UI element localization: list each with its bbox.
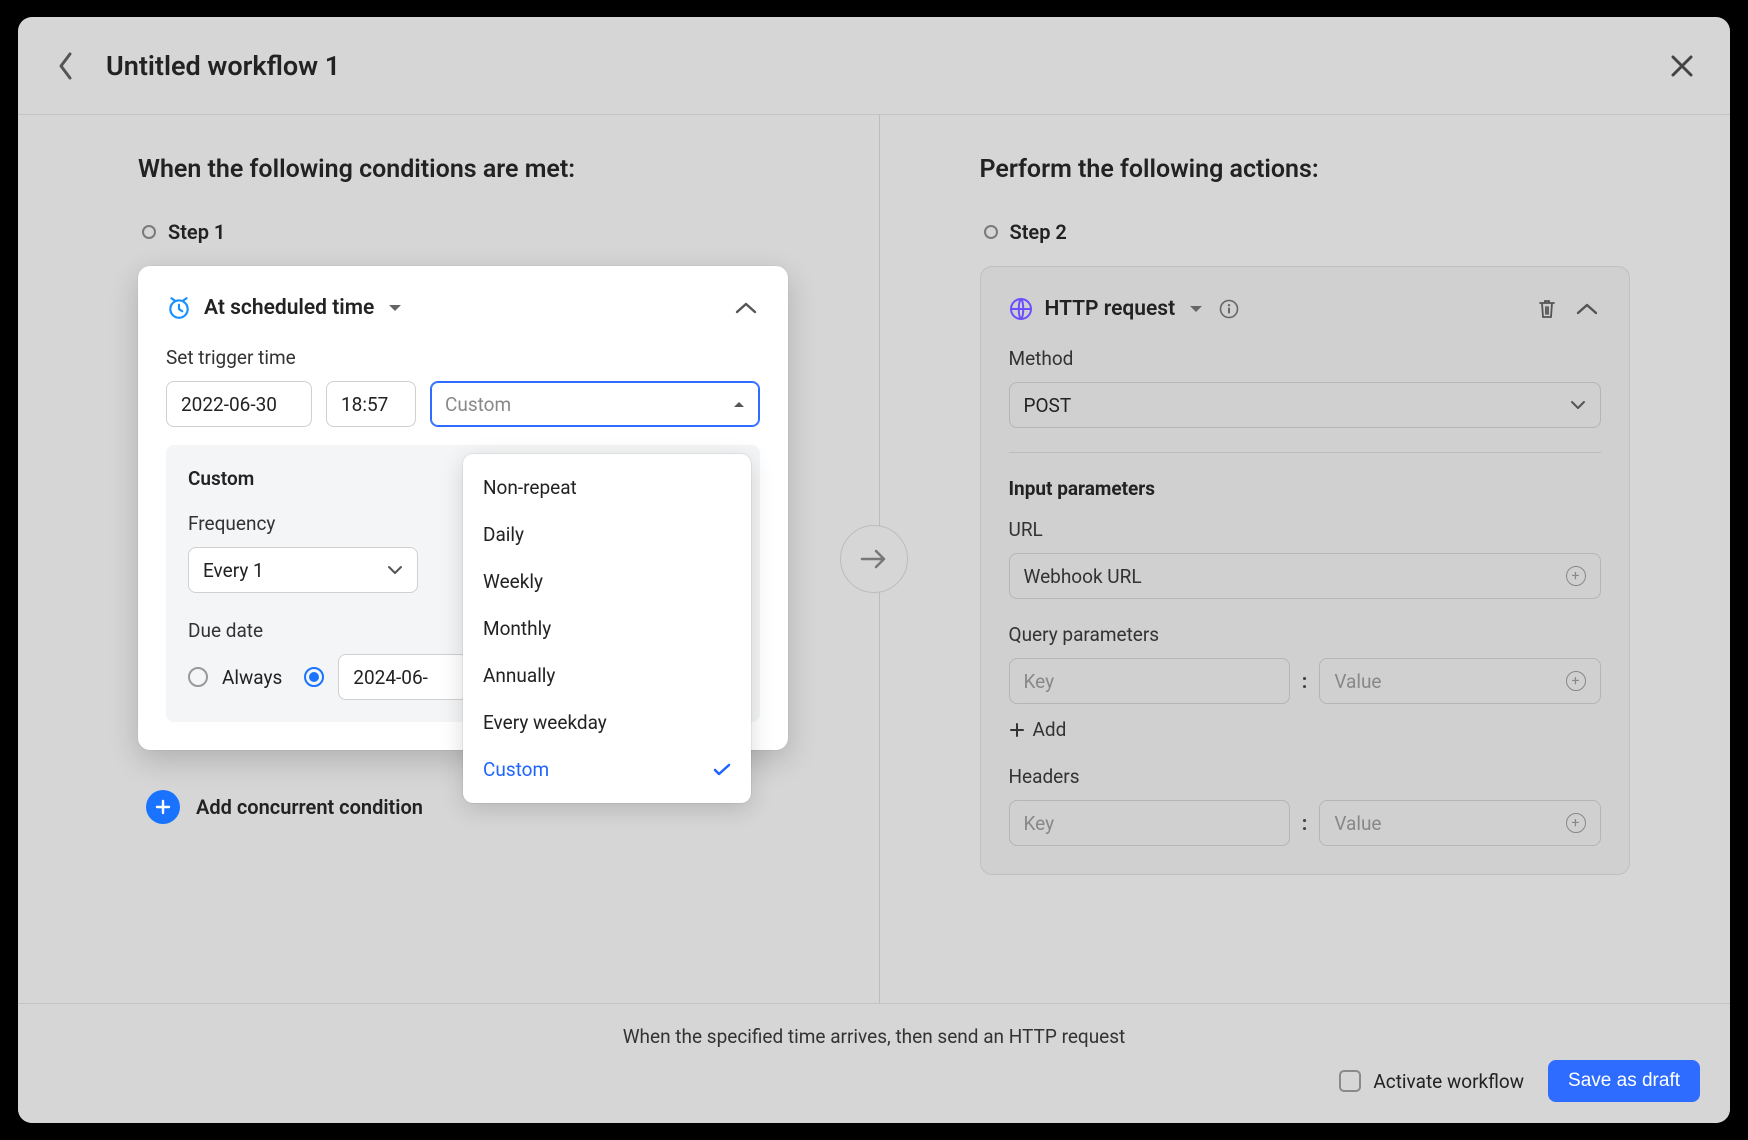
url-plus-icon[interactable]: + — [1566, 566, 1586, 586]
globe-icon — [1009, 297, 1033, 321]
delete-button[interactable] — [1533, 295, 1561, 323]
add-query-param[interactable]: Add — [1009, 718, 1601, 741]
flow-arrow — [840, 525, 908, 593]
due-date-input[interactable]: 2024-06- — [338, 654, 468, 700]
frequency-select[interactable]: Custom — [430, 381, 760, 427]
workflow-summary: When the specified time arrives, then se… — [48, 1025, 1700, 1048]
caret-down-icon[interactable] — [1189, 304, 1203, 314]
conditions-heading: When the following conditions are met: — [138, 155, 819, 184]
info-button[interactable] — [1215, 295, 1243, 323]
value-plus-icon[interactable]: + — [1566, 813, 1586, 833]
option-non-repeat[interactable]: Non-repeat — [463, 464, 751, 511]
method-select[interactable]: POST — [1009, 382, 1601, 428]
frequency-every-select[interactable]: Every 1 — [188, 547, 418, 593]
option-monthly[interactable]: Monthly — [463, 605, 751, 652]
arrow-right-icon — [858, 547, 890, 571]
headers-label: Headers — [1009, 765, 1601, 788]
activate-checkbox[interactable] — [1339, 1070, 1361, 1092]
chevron-left-icon — [57, 51, 75, 81]
collapse-button[interactable] — [1573, 295, 1601, 323]
due-date-always-radio[interactable] — [188, 667, 208, 687]
http-card-title: HTTP request — [1045, 297, 1176, 321]
activate-label: Activate workflow — [1373, 1070, 1524, 1093]
value-plus-icon[interactable]: + — [1566, 671, 1586, 691]
chevron-up-icon — [735, 301, 757, 315]
plus-icon — [1009, 722, 1025, 738]
chevron-down-icon — [387, 565, 403, 575]
frequency-dropdown: Non-repeat Daily Weekly Monthly Annually… — [463, 454, 751, 803]
due-date-always-label: Always — [222, 666, 282, 689]
kv-separator: : — [1302, 669, 1308, 693]
clock-icon — [166, 295, 192, 321]
divider — [1009, 452, 1601, 453]
http-action-card: HTTP request Method POST — [980, 266, 1630, 875]
header-value-input[interactable]: Value + — [1319, 800, 1600, 846]
step-2-label: Step 2 — [1010, 220, 1067, 244]
trash-icon — [1537, 298, 1557, 320]
query-key-input[interactable]: Key — [1009, 658, 1290, 704]
trigger-card: At scheduled time Set trigger time 2022-… — [138, 266, 788, 750]
trigger-date-input[interactable]: 2022-06-30 — [166, 381, 312, 427]
actions-heading: Perform the following actions: — [980, 155, 1661, 184]
option-annually[interactable]: Annually — [463, 652, 751, 699]
url-input[interactable]: Webhook URL + — [1009, 553, 1601, 599]
due-date-specific-radio[interactable] — [304, 667, 324, 687]
query-params-label: Query parameters — [1009, 623, 1601, 646]
close-button[interactable] — [1662, 46, 1702, 86]
method-label: Method — [1009, 347, 1601, 370]
close-icon — [1669, 53, 1695, 79]
chevron-down-icon — [1570, 400, 1586, 410]
caret-down-icon[interactable] — [388, 303, 402, 313]
option-every-weekday[interactable]: Every weekday — [463, 699, 751, 746]
caret-up-icon — [733, 400, 745, 408]
collapse-button[interactable] — [732, 294, 760, 322]
url-label: URL — [1009, 518, 1601, 541]
step-dot — [984, 225, 998, 239]
input-params-label: Input parameters — [1009, 477, 1601, 500]
back-button[interactable] — [46, 46, 86, 86]
set-trigger-label: Set trigger time — [166, 346, 760, 369]
chevron-up-icon — [1576, 302, 1598, 316]
option-weekly[interactable]: Weekly — [463, 558, 751, 605]
activate-workflow-toggle[interactable]: Activate workflow — [1339, 1070, 1524, 1093]
kv-separator: : — [1302, 811, 1308, 835]
plus-circle-icon — [146, 790, 180, 824]
trigger-card-title: At scheduled time — [204, 296, 374, 320]
save-draft-button[interactable]: Save as draft — [1548, 1060, 1700, 1102]
header-key-input[interactable]: Key — [1009, 800, 1290, 846]
step-1-label: Step 1 — [168, 220, 225, 244]
trigger-time-input[interactable]: 18:57 — [326, 381, 416, 427]
query-value-input[interactable]: Value + — [1319, 658, 1600, 704]
info-icon — [1219, 299, 1239, 319]
add-concurrent-label: Add concurrent condition — [196, 795, 423, 819]
option-custom[interactable]: Custom — [463, 746, 751, 793]
check-icon — [713, 763, 731, 777]
page-title: Untitled workflow 1 — [106, 50, 340, 82]
option-daily[interactable]: Daily — [463, 511, 751, 558]
step-dot — [142, 225, 156, 239]
